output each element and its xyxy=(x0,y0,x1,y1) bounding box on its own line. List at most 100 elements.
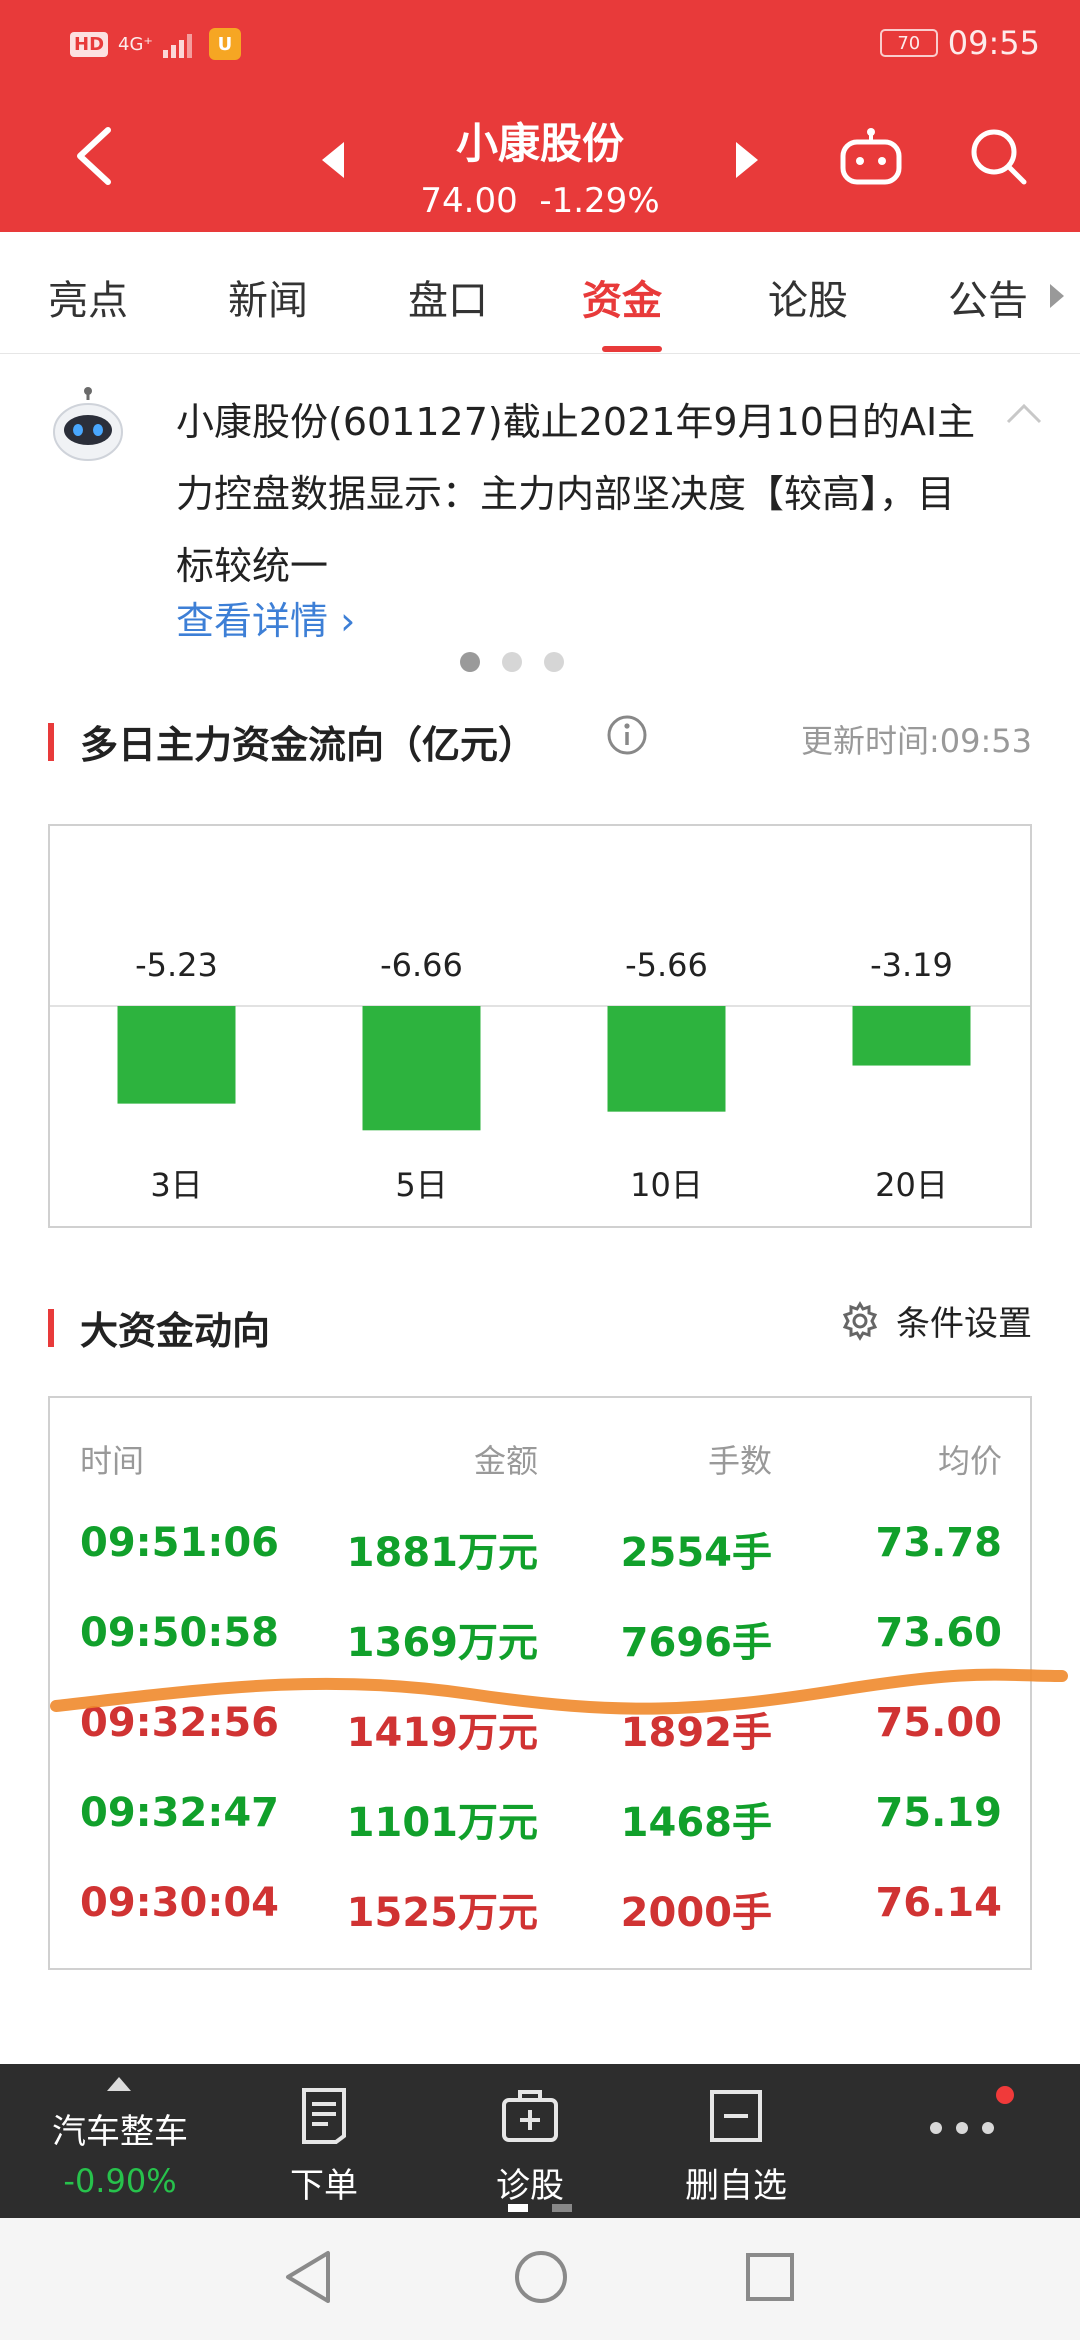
uc-browser-icon: U xyxy=(208,28,241,60)
carousel-dot[interactable] xyxy=(502,652,522,672)
row-lots: 7696手 xyxy=(620,1620,772,1666)
place-order-button[interactable]: 下单 xyxy=(244,2064,404,2218)
row-amount: 1881万元 xyxy=(346,1530,538,1576)
category-label: 5日 xyxy=(395,1166,447,1204)
system-nav-bar xyxy=(0,2218,1080,2340)
row-time: 09:30:04 xyxy=(80,1880,279,1926)
view-details-link[interactable]: 查看详情 › xyxy=(176,590,355,645)
table-row[interactable]: 09:51:06 1881万元 2554手 73.78 xyxy=(50,1520,1030,1610)
update-time: 更新时间:09:53 xyxy=(800,722,1032,760)
bar-value-label: -5.23 xyxy=(135,946,218,984)
table-row[interactable]: 09:50:58 1369万元 7696手 73.60 xyxy=(50,1610,1030,1700)
row-amount: 1419万元 xyxy=(346,1710,538,1756)
category-label: 3日 xyxy=(150,1166,202,1204)
capital-flow-chart: -5.23 3日 -6.66 5日 -5.66 10日 -3.19 20日 xyxy=(48,824,1032,1228)
battery-icon: 70 xyxy=(879,29,938,57)
big-money-table: 时间 金额 手数 均价 09:51:06 1881万元 2554手 73.78 … xyxy=(48,1396,1032,1970)
flow-bar[interactable] xyxy=(852,1006,971,1066)
collapse-chevron-icon[interactable] xyxy=(1004,402,1044,426)
tab-capital[interactable]: 资金 xyxy=(582,268,662,326)
row-avg-price: 73.60 xyxy=(875,1610,1002,1656)
signal-icon: 4G⁺ xyxy=(118,33,153,55)
flow-bar[interactable] xyxy=(362,1006,481,1131)
table-row[interactable]: 09:32:47 1101万元 1468手 75.19 xyxy=(50,1790,1030,1880)
stock-nav: 小康股份 74.00 -1.29% xyxy=(0,88,1080,232)
sector-change: -0.90% xyxy=(63,2162,177,2200)
table-row[interactable]: 09:30:04 1525万元 2000手 76.14 xyxy=(50,1880,1030,1970)
row-time: 09:32:47 xyxy=(80,1790,279,1836)
header-time: 时间 xyxy=(80,1442,145,1480)
nav-home-icon[interactable] xyxy=(512,2248,570,2306)
next-stock-icon[interactable] xyxy=(734,140,760,180)
row-time: 09:50:58 xyxy=(80,1610,279,1656)
remove-watchlist-label: 删自选 xyxy=(685,2166,787,2206)
info-icon[interactable] xyxy=(606,714,648,756)
status-bar: HD 4G⁺ U 70 09:55 xyxy=(0,0,1080,88)
gear-icon xyxy=(842,1300,878,1341)
row-lots: 1892手 xyxy=(620,1710,772,1756)
page-indicator xyxy=(552,2204,572,2212)
flow-section-header: 多日主力资金流向（亿元） xyxy=(48,714,536,769)
row-lots: 1468手 xyxy=(620,1800,772,1846)
order-form-icon xyxy=(302,2088,346,2144)
tab-scroll-right-icon[interactable] xyxy=(1048,282,1066,310)
notification-dot xyxy=(996,2086,1014,2104)
row-amount: 1525万元 xyxy=(346,1890,538,1936)
carousel-dot[interactable] xyxy=(460,652,480,672)
page-indicator-active xyxy=(508,2204,528,2212)
hd-icon: HD xyxy=(70,31,109,57)
signal-bars-icon xyxy=(162,34,192,58)
tab-discussion[interactable]: 论股 xyxy=(768,268,848,326)
status-time: 09:55 xyxy=(947,24,1040,62)
remove-watchlist-button[interactable]: 删自选 xyxy=(656,2064,816,2218)
row-amount: 1101万元 xyxy=(346,1800,538,1846)
header-avg-price: 均价 xyxy=(937,1442,1002,1480)
expand-up-icon xyxy=(107,2077,131,2091)
row-time: 09:32:56 xyxy=(80,1700,279,1746)
minus-box-icon xyxy=(710,2090,762,2142)
search-icon[interactable] xyxy=(968,126,1028,186)
tab-announcements[interactable]: 公告 xyxy=(948,268,1028,326)
category-label: 10日 xyxy=(630,1166,703,1204)
ai-summary-card: 小康股份(601127)截止2021年9月10日的AI主力控盘数据显示：主力内部… xyxy=(0,356,1080,682)
stock-price: 74.00 xyxy=(420,181,518,221)
big-money-section-header: 大资金动向 xyxy=(48,1300,270,1355)
tab-highlights[interactable]: 亮点 xyxy=(48,268,128,326)
flow-bar[interactable] xyxy=(607,1006,726,1112)
stock-name: 小康股份 xyxy=(455,119,624,168)
row-amount: 1369万元 xyxy=(346,1620,538,1666)
tab-bar: 亮点 新闻 盘口 资金 论股 公告 xyxy=(0,232,1080,354)
row-avg-price: 76.14 xyxy=(875,1880,1002,1926)
carousel-dots xyxy=(460,652,564,672)
header-amount: 金额 xyxy=(473,1442,538,1480)
row-lots: 2000手 xyxy=(620,1890,772,1936)
condition-settings-label: 条件设置 xyxy=(896,1304,1032,1344)
nav-recents-icon[interactable] xyxy=(744,2248,796,2306)
ai-robot-avatar-icon xyxy=(53,387,123,461)
carousel-dot[interactable] xyxy=(544,652,564,672)
place-order-label: 下单 xyxy=(290,2166,358,2206)
table-row[interactable]: 09:32:56 1419万元 1892手 75.00 xyxy=(50,1700,1030,1790)
bar-value-label: -3.19 xyxy=(870,946,953,984)
sector-quote[interactable]: 汽车整车 -0.90% xyxy=(40,2064,200,2218)
big-money-title: 大资金动向 xyxy=(80,1309,271,1353)
capital-flow-chart-svg: -5.23 3日 -6.66 5日 -5.66 10日 -3.19 20日 xyxy=(50,946,1030,1204)
tab-order-book[interactable]: 盘口 xyxy=(408,268,488,326)
diagnose-stock-button[interactable]: 诊股 xyxy=(450,2064,610,2218)
category-label: 20日 xyxy=(875,1166,948,1204)
sector-name: 汽车整车 xyxy=(52,2112,188,2152)
bottom-action-bar: 汽车整车 -0.90% 下单 诊股 删自选 xyxy=(0,2064,1080,2218)
robot-assistant-icon[interactable] xyxy=(838,128,904,188)
tab-news[interactable]: 新闻 xyxy=(228,268,308,326)
row-avg-price: 73.78 xyxy=(875,1520,1002,1566)
nav-back-icon[interactable] xyxy=(282,2248,334,2306)
more-menu-icon[interactable] xyxy=(930,2122,994,2134)
diagnose-stock-label: 诊股 xyxy=(496,2166,564,2206)
condition-settings-button[interactable]: 条件设置 xyxy=(840,1296,1032,1345)
flow-bar[interactable] xyxy=(117,1006,236,1104)
table-header: 时间 金额 手数 均价 xyxy=(50,1436,1030,1486)
row-lots: 2554手 xyxy=(620,1530,772,1576)
row-time: 09:51:06 xyxy=(80,1520,279,1566)
flow-section-title: 多日主力资金流向（亿元） xyxy=(80,723,537,767)
row-avg-price: 75.00 xyxy=(875,1700,1002,1746)
